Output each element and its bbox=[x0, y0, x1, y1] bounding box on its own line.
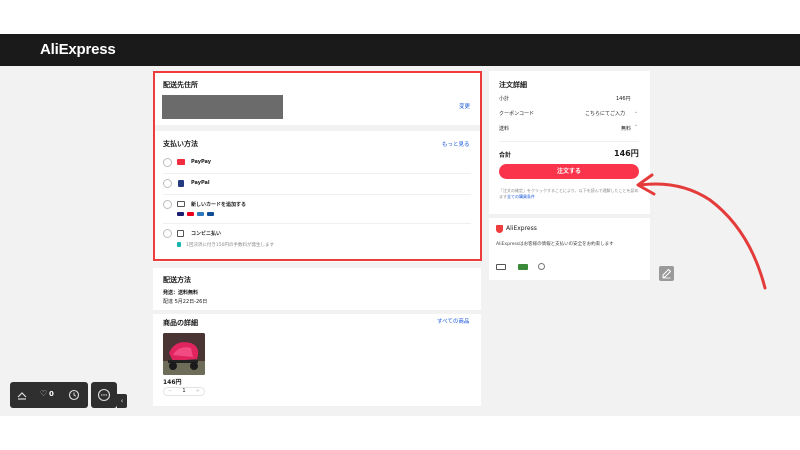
section-divider bbox=[153, 125, 481, 131]
place-order-button[interactable]: 注文する bbox=[499, 164, 639, 179]
qty-plus-button[interactable]: + bbox=[196, 388, 200, 395]
row-divider bbox=[163, 173, 471, 174]
delivery-date: 配達 5月22日-26日 bbox=[163, 299, 208, 305]
wishlist-count: 0 bbox=[49, 390, 54, 398]
address-title: 配送先住所 bbox=[163, 81, 198, 89]
paypay-icon bbox=[177, 159, 185, 165]
chevron-down-icon[interactable]: ⌄ bbox=[634, 122, 638, 128]
annotation-arrow bbox=[636, 173, 767, 290]
chat-icon bbox=[97, 388, 111, 402]
qty-value[interactable]: 1 bbox=[182, 388, 185, 394]
row-divider bbox=[163, 223, 471, 224]
card-security-icon bbox=[496, 264, 506, 270]
shipping-title: 配送方法 bbox=[163, 276, 191, 284]
coupon-input-link[interactable]: こちらにてご入力 bbox=[585, 110, 625, 117]
back-to-top-icon[interactable] bbox=[16, 389, 28, 401]
privacy-icon bbox=[538, 263, 545, 270]
heart-icon[interactable]: ♡ bbox=[40, 389, 47, 398]
order-summary-title: 注文詳細 bbox=[499, 81, 527, 89]
credit-card-icon bbox=[177, 201, 185, 207]
product-thumbnail[interactable] bbox=[163, 333, 205, 375]
payment-title: 支払い方法 bbox=[163, 140, 198, 148]
amex-icon bbox=[197, 212, 204, 216]
section-divider bbox=[153, 310, 481, 314]
row-divider bbox=[163, 194, 471, 195]
trust-statement: AliExpressはお客様の情報と支払いの安全をお約束します bbox=[496, 242, 614, 247]
payment-label-card: 新しいカードを追加する bbox=[191, 202, 247, 208]
secure-payment-icon bbox=[518, 264, 528, 270]
total-value: 146円 bbox=[614, 149, 639, 158]
coupon-label: クーポンコード bbox=[499, 111, 535, 117]
chevron-down-icon[interactable]: ⌄ bbox=[634, 109, 638, 115]
convenience-store-icon bbox=[177, 230, 184, 237]
shipping-free: 発送：送料無料 bbox=[163, 290, 199, 296]
info-icon bbox=[177, 242, 181, 247]
top-bar: AliExpress bbox=[0, 34, 800, 66]
jcb-icon bbox=[207, 212, 214, 216]
terms-link[interactable]: 全ての購買条件 bbox=[507, 194, 535, 199]
payment-more-link[interactable]: もっと見る bbox=[442, 140, 470, 148]
collapse-toolbar-button[interactable]: ‹ bbox=[117, 394, 127, 408]
qty-minus-button[interactable]: − bbox=[168, 388, 172, 395]
address-redacted bbox=[162, 95, 283, 119]
payment-radio-card[interactable] bbox=[163, 200, 172, 209]
all-products-link[interactable]: すべての商品 bbox=[437, 317, 469, 325]
total-label: 合計 bbox=[499, 152, 512, 159]
trust-logo: AliExpress bbox=[506, 225, 537, 232]
konbini-fee-note: 1回決済に付き150円の手数料が発生します bbox=[186, 243, 274, 248]
change-address-link[interactable]: 変更 bbox=[459, 102, 470, 110]
summary-divider bbox=[499, 141, 639, 142]
aliexpress-logo[interactable]: AliExpress bbox=[40, 41, 116, 58]
payment-label-paypal: PayPal bbox=[191, 180, 210, 186]
product-price: 146円 bbox=[163, 379, 182, 386]
payment-radio-paypay[interactable] bbox=[163, 158, 172, 167]
quantity-stepper[interactable]: − 1 + bbox=[163, 387, 205, 396]
chevron-left-icon: ‹ bbox=[120, 397, 124, 405]
subtotal-label: 小計 bbox=[499, 96, 510, 102]
floating-toolbar: ♡ 0 bbox=[10, 382, 88, 408]
product-details-title: 商品の詳細 bbox=[163, 319, 198, 327]
terms-text: 「注文の確定」をクリックすることにより、以下を読んで理解したことを認めます全ての… bbox=[499, 188, 639, 200]
visa-icon bbox=[177, 212, 184, 216]
section-divider bbox=[153, 262, 481, 268]
payment-label-konbini: コンビニ払い bbox=[191, 231, 222, 237]
paypal-icon bbox=[178, 180, 184, 187]
payment-radio-paypal[interactable] bbox=[163, 179, 172, 188]
shipping-fee-label: 送料 bbox=[499, 126, 510, 132]
shipping-fee-value: 無料 bbox=[621, 126, 632, 132]
history-icon[interactable] bbox=[68, 389, 80, 401]
chat-button[interactable] bbox=[91, 382, 117, 408]
stroller-image bbox=[163, 333, 205, 375]
payment-radio-konbini[interactable] bbox=[163, 229, 172, 238]
mastercard-icon bbox=[187, 212, 194, 216]
subtotal-value: 146円 bbox=[616, 96, 631, 102]
payment-label-paypay: PayPay bbox=[191, 159, 212, 165]
shield-icon bbox=[496, 225, 503, 233]
